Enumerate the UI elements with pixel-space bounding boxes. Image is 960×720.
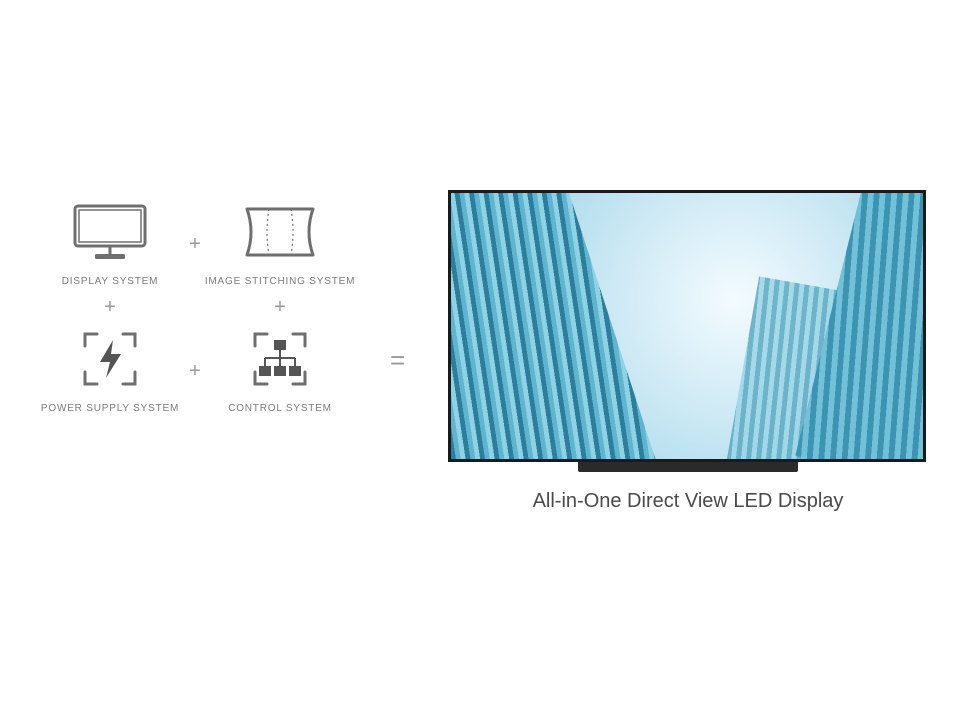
plus-icon: + [189, 234, 201, 254]
image-stitching-system-label: IMAGE STITCHING SYSTEM [205, 276, 355, 287]
power-supply-system: POWER SUPPLY SYSTEM [41, 327, 179, 414]
display-system-label: DISPLAY SYSTEM [62, 276, 158, 287]
plus-icon: + [274, 297, 286, 317]
screen-content [451, 193, 923, 459]
led-display-icon [448, 190, 926, 462]
result-caption: All-in-One Direct View LED Display [448, 490, 928, 513]
plus-icon: + [104, 297, 116, 317]
stitching-icon [240, 200, 320, 264]
systems-grid: DISPLAY SYSTEM + IMAGE STITCHING SYSTEM … [45, 200, 385, 414]
display-stand [578, 462, 798, 472]
power-icon [70, 327, 150, 391]
equals-icon: = [390, 345, 405, 376]
plus-icon: + [189, 361, 201, 381]
diagram-stage: DISPLAY SYSTEM + IMAGE STITCHING SYSTEM … [0, 0, 960, 720]
control-system-label: CONTROL SYSTEM [228, 403, 332, 414]
result-display: All-in-One Direct View LED Display [448, 190, 928, 513]
hierarchy-icon [240, 327, 320, 391]
image-stitching-system: IMAGE STITCHING SYSTEM [205, 200, 355, 287]
control-system: CONTROL SYSTEM [228, 327, 332, 414]
power-supply-system-label: POWER SUPPLY SYSTEM [41, 403, 179, 414]
monitor-icon [70, 200, 150, 264]
display-system: DISPLAY SYSTEM [62, 200, 158, 287]
